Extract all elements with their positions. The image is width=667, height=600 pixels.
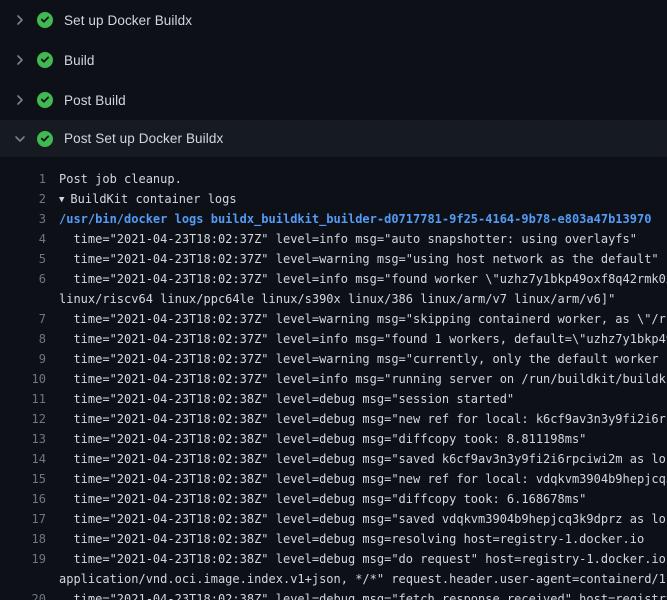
log-line: 18 time="2021-04-23T18:02:38Z" level=deb…: [0, 529, 667, 549]
check-circle-icon: [37, 12, 53, 28]
log-line: 3 /usr/bin/docker logs buildx_buildkit_b…: [0, 209, 667, 229]
log-line-text: time="2021-04-23T18:02:38Z" level=debug …: [59, 409, 667, 429]
log-group-title: BuildKit container logs: [70, 192, 236, 206]
chevron-down-icon: [12, 131, 28, 147]
step-label: Post Build: [64, 93, 126, 108]
log-group-toggle[interactable]: ▼ BuildKit container logs: [59, 189, 667, 209]
log-line-number[interactable]: 19: [0, 549, 46, 569]
log-line: 1 Post job cleanup.: [0, 169, 667, 189]
log-line-group: 2 ▼ BuildKit container logs: [0, 189, 667, 209]
log-line-number[interactable]: 5: [0, 249, 46, 269]
log-line: 12 time="2021-04-23T18:02:38Z" level=deb…: [0, 409, 667, 429]
step-setup-docker-buildx[interactable]: Set up Docker Buildx: [0, 0, 667, 40]
log-line-number[interactable]: 14: [0, 449, 46, 469]
check-circle-icon: [37, 52, 53, 68]
log-line-text: time="2021-04-23T18:02:37Z" level=info m…: [59, 229, 667, 249]
log-line: 10 time="2021-04-23T18:02:37Z" level=inf…: [0, 369, 667, 389]
log-line-number[interactable]: 8: [0, 329, 46, 349]
log-line-number[interactable]: 16: [0, 489, 46, 509]
log-line-number[interactable]: 18: [0, 529, 46, 549]
step-label: Build: [64, 53, 95, 68]
log-line-text: time="2021-04-23T18:02:38Z" level=debug …: [59, 389, 667, 409]
chevron-right-icon: [12, 52, 28, 68]
log-line-text: time="2021-04-23T18:02:38Z" level=debug …: [59, 529, 667, 549]
log-line: 20 time="2021-04-23T18:02:38Z" level=deb…: [0, 589, 667, 600]
step-post-build[interactable]: Post Build: [0, 80, 667, 120]
log-line-number: [0, 569, 46, 589]
log-line-text: time="2021-04-23T18:02:38Z" level=debug …: [59, 449, 667, 469]
step-label: Set up Docker Buildx: [64, 13, 192, 28]
log-line-text: time="2021-04-23T18:02:38Z" level=debug …: [59, 469, 667, 489]
check-circle-icon: [37, 131, 53, 147]
log-line-text: time="2021-04-23T18:02:37Z" level=warnin…: [59, 309, 667, 329]
step-post-setup-docker-buildx[interactable]: Post Set up Docker Buildx: [0, 120, 667, 157]
actions-log-panel: Set up Docker Buildx Build Post Build: [0, 0, 667, 600]
log-line-text: time="2021-04-23T18:02:37Z" level=warnin…: [59, 349, 667, 369]
log-line-number[interactable]: 9: [0, 349, 46, 369]
log-line: 13 time="2021-04-23T18:02:38Z" level=deb…: [0, 429, 667, 449]
log-line-continuation: application/vnd.oci.image.index.v1+json,…: [0, 569, 667, 589]
log-line-text: time="2021-04-23T18:02:37Z" level=info m…: [59, 369, 667, 389]
log-line: 16 time="2021-04-23T18:02:38Z" level=deb…: [0, 489, 667, 509]
log-line: 15 time="2021-04-23T18:02:38Z" level=deb…: [0, 469, 667, 489]
log-line-number[interactable]: 11: [0, 389, 46, 409]
log-line-text: time="2021-04-23T18:02:38Z" level=debug …: [59, 509, 667, 529]
log-line-number[interactable]: 1: [0, 169, 46, 189]
log-line: 4 time="2021-04-23T18:02:37Z" level=info…: [0, 229, 667, 249]
log-line: 14 time="2021-04-23T18:02:38Z" level=deb…: [0, 449, 667, 469]
log-line-text: time="2021-04-23T18:02:38Z" level=debug …: [59, 589, 667, 600]
log-line: 17 time="2021-04-23T18:02:38Z" level=deb…: [0, 509, 667, 529]
log-line-text: application/vnd.oci.image.index.v1+json,…: [59, 569, 667, 589]
log-line-number[interactable]: 20: [0, 589, 46, 600]
log-line: 11 time="2021-04-23T18:02:38Z" level=deb…: [0, 389, 667, 409]
log-line: 8 time="2021-04-23T18:02:37Z" level=info…: [0, 329, 667, 349]
log-line-text: time="2021-04-23T18:02:38Z" level=debug …: [59, 549, 667, 569]
log-line-continuation: linux/riscv64 linux/ppc64le linux/s390x …: [0, 289, 667, 309]
log-line: 19 time="2021-04-23T18:02:38Z" level=deb…: [0, 549, 667, 569]
chevron-right-icon: [12, 92, 28, 108]
log-line-text: time="2021-04-23T18:02:37Z" level=warnin…: [59, 249, 667, 269]
log-command-text: /usr/bin/docker logs buildx_buildkit_bui…: [59, 209, 667, 229]
group-expanded-triangle-icon: ▼: [59, 190, 64, 209]
log-line-number[interactable]: 4: [0, 229, 46, 249]
chevron-right-icon: [12, 12, 28, 28]
log-line-number[interactable]: 13: [0, 429, 46, 449]
step-build[interactable]: Build: [0, 40, 667, 80]
log-line-number[interactable]: 15: [0, 469, 46, 489]
log-line-text: linux/riscv64 linux/ppc64le linux/s390x …: [59, 289, 667, 309]
log-line: 9 time="2021-04-23T18:02:37Z" level=warn…: [0, 349, 667, 369]
log-line-text: time="2021-04-23T18:02:38Z" level=debug …: [59, 429, 667, 449]
check-circle-icon: [37, 92, 53, 108]
step-label: Post Set up Docker Buildx: [64, 131, 223, 146]
log-line-text: time="2021-04-23T18:02:37Z" level=info m…: [59, 329, 667, 349]
log-line-number: [0, 289, 46, 309]
step-list: Set up Docker Buildx Build Post Build: [0, 0, 667, 157]
log-line-number[interactable]: 3: [0, 209, 46, 229]
log-line-text: Post job cleanup.: [59, 169, 667, 189]
log-viewer: 1 Post job cleanup. 2 ▼ BuildKit containe…: [0, 157, 667, 600]
log-line: 6 time="2021-04-23T18:02:37Z" level=info…: [0, 269, 667, 289]
log-line-number[interactable]: 2: [0, 189, 46, 209]
log-line-text: time="2021-04-23T18:02:38Z" level=debug …: [59, 489, 667, 509]
log-line-number[interactable]: 12: [0, 409, 46, 429]
log-line-number[interactable]: 17: [0, 509, 46, 529]
log-line-number[interactable]: 6: [0, 269, 46, 289]
log-line-text: time="2021-04-23T18:02:37Z" level=info m…: [59, 269, 667, 289]
log-line-number[interactable]: 10: [0, 369, 46, 389]
log-line-number[interactable]: 7: [0, 309, 46, 329]
log-line: 7 time="2021-04-23T18:02:37Z" level=warn…: [0, 309, 667, 329]
log-line: 5 time="2021-04-23T18:02:37Z" level=warn…: [0, 249, 667, 269]
